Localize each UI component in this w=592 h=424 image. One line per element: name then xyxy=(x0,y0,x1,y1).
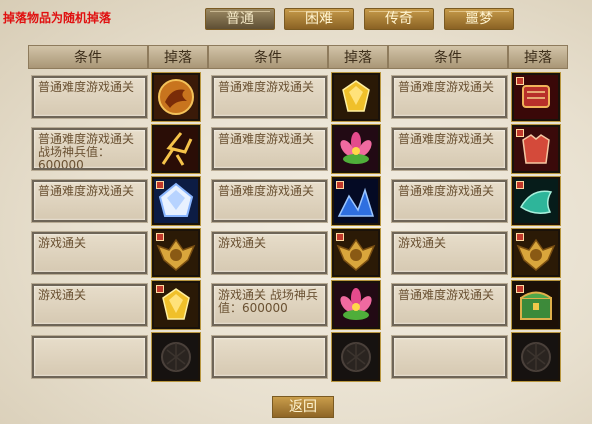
drop-row: 普通难度游戏通关 xyxy=(28,177,208,225)
empty-slot-icon xyxy=(154,335,198,379)
tab-legend[interactable]: 传奇 xyxy=(364,8,434,30)
reward-item-slot[interactable] xyxy=(332,177,380,225)
reward-item-slot[interactable] xyxy=(152,281,200,329)
condition-text: 普通难度游戏通关 xyxy=(212,76,327,118)
drop-column-3: 条件 掉落 普通难度游戏通关 普通难度游戏通关 普通难度游戏通关 游戏通关 普通难度游戏通关 xyxy=(388,45,568,381)
condition-header: 条件 xyxy=(28,45,148,69)
empty-slot-icon xyxy=(334,335,378,379)
column-header: 条件 掉落 xyxy=(28,45,208,69)
condition-text: 普通难度游戏通关 战场神兵值：600000 xyxy=(32,128,147,170)
lotus-flower-icon xyxy=(334,283,378,327)
drop-row xyxy=(388,333,568,381)
reward-item-slot[interactable] xyxy=(512,281,560,329)
lightning-antlers-icon xyxy=(154,127,198,171)
drop-row: 普通难度游戏通关 战场神兵值：600000 xyxy=(28,125,208,173)
red-marker-icon xyxy=(516,285,524,293)
reward-item-slot[interactable] xyxy=(152,333,200,381)
reward-item-slot[interactable] xyxy=(512,229,560,277)
reward-item-slot[interactable] xyxy=(152,229,200,277)
red-marker-icon xyxy=(516,181,524,189)
red-marker-icon xyxy=(156,233,164,241)
reward-item-slot[interactable] xyxy=(512,125,560,173)
condition-text: 普通难度游戏通关 xyxy=(392,284,507,326)
condition-text xyxy=(392,336,507,378)
drop-header: 掉落 xyxy=(328,45,388,69)
tab-hard[interactable]: 困难 xyxy=(284,8,354,30)
red-marker-icon xyxy=(156,181,164,189)
red-marker-icon xyxy=(516,129,524,137)
tab-nightmare[interactable]: 噩梦 xyxy=(444,8,514,30)
red-marker-icon xyxy=(336,181,344,189)
condition-text: 普通难度游戏通关 xyxy=(212,128,327,170)
condition-text: 游戏通关 战场神兵值：600000 xyxy=(212,284,327,326)
empty-slot-icon xyxy=(514,335,558,379)
drop-row: 普通难度游戏通关 xyxy=(208,177,388,225)
condition-text xyxy=(32,336,147,378)
drop-row: 游戏通关 xyxy=(28,229,208,277)
back-button[interactable]: 返回 xyxy=(272,396,334,418)
drop-row: 普通难度游戏通关 xyxy=(388,177,568,225)
drop-row xyxy=(28,333,208,381)
golden-gem-icon xyxy=(334,75,378,119)
tab-normal[interactable]: 普通 xyxy=(205,8,275,30)
drop-row: 普通难度游戏通关 xyxy=(388,125,568,173)
drop-row: 游戏通关 战场神兵值：600000 xyxy=(208,281,388,329)
drop-header: 掉落 xyxy=(148,45,208,69)
drop-row: 普通难度游戏通关 xyxy=(208,125,388,173)
red-marker-icon xyxy=(336,233,344,241)
reward-item-slot[interactable] xyxy=(512,73,560,121)
drop-row: 普通难度游戏通关 xyxy=(208,73,388,121)
condition-text: 普通难度游戏通关 xyxy=(212,180,327,222)
reward-item-slot[interactable] xyxy=(512,333,560,381)
drop-row: 普通难度游戏通关 xyxy=(388,281,568,329)
column-header: 条件 掉落 xyxy=(388,45,568,69)
column-header: 条件 掉落 xyxy=(208,45,388,69)
drop-row: 普通难度游戏通关 xyxy=(28,73,208,121)
reward-item-slot[interactable] xyxy=(152,73,200,121)
reward-item-slot[interactable] xyxy=(332,125,380,173)
red-marker-icon xyxy=(516,77,524,85)
reward-item-slot[interactable] xyxy=(332,333,380,381)
golden-phoenix-orb-icon xyxy=(154,75,198,119)
condition-text: 普通难度游戏通关 xyxy=(392,76,507,118)
drop-row: 游戏通关 xyxy=(208,229,388,277)
condition-text: 游戏通关 xyxy=(212,232,327,274)
red-marker-icon xyxy=(156,285,164,293)
condition-text: 普通难度游戏通关 xyxy=(392,180,507,222)
condition-header: 条件 xyxy=(388,45,508,69)
drop-column-1: 条件 掉落 普通难度游戏通关 普通难度游戏通关 战场神兵值：600000 普通难度游戏通… xyxy=(28,45,208,381)
condition-text: 普通难度游戏通关 xyxy=(32,76,147,118)
reward-item-slot[interactable] xyxy=(152,177,200,225)
red-marker-icon xyxy=(516,233,524,241)
condition-text: 游戏通关 xyxy=(32,284,147,326)
random-drop-notice: 掉落物品为随机掉落 xyxy=(3,11,112,25)
drop-row: 游戏通关 xyxy=(28,281,208,329)
reward-item-slot[interactable] xyxy=(332,229,380,277)
condition-text xyxy=(212,336,327,378)
condition-text: 游戏通关 xyxy=(392,232,507,274)
drop-header: 掉落 xyxy=(508,45,568,69)
drop-column-2: 条件 掉落 普通难度游戏通关 普通难度游戏通关 普通难度游戏通关 游戏通关 游戏通关 战场神… xyxy=(208,45,388,381)
drop-row: 游戏通关 xyxy=(388,229,568,277)
condition-header: 条件 xyxy=(208,45,328,69)
reward-item-slot[interactable] xyxy=(152,125,200,173)
reward-item-slot[interactable] xyxy=(332,73,380,121)
condition-text: 普通难度游戏通关 xyxy=(392,128,507,170)
condition-text: 游戏通关 xyxy=(32,232,147,274)
reward-item-slot[interactable] xyxy=(332,281,380,329)
drop-row xyxy=(208,333,388,381)
condition-text: 普通难度游戏通关 xyxy=(32,180,147,222)
lotus-flower-icon xyxy=(334,127,378,171)
reward-item-slot[interactable] xyxy=(512,177,560,225)
drop-row: 普通难度游戏通关 xyxy=(388,73,568,121)
